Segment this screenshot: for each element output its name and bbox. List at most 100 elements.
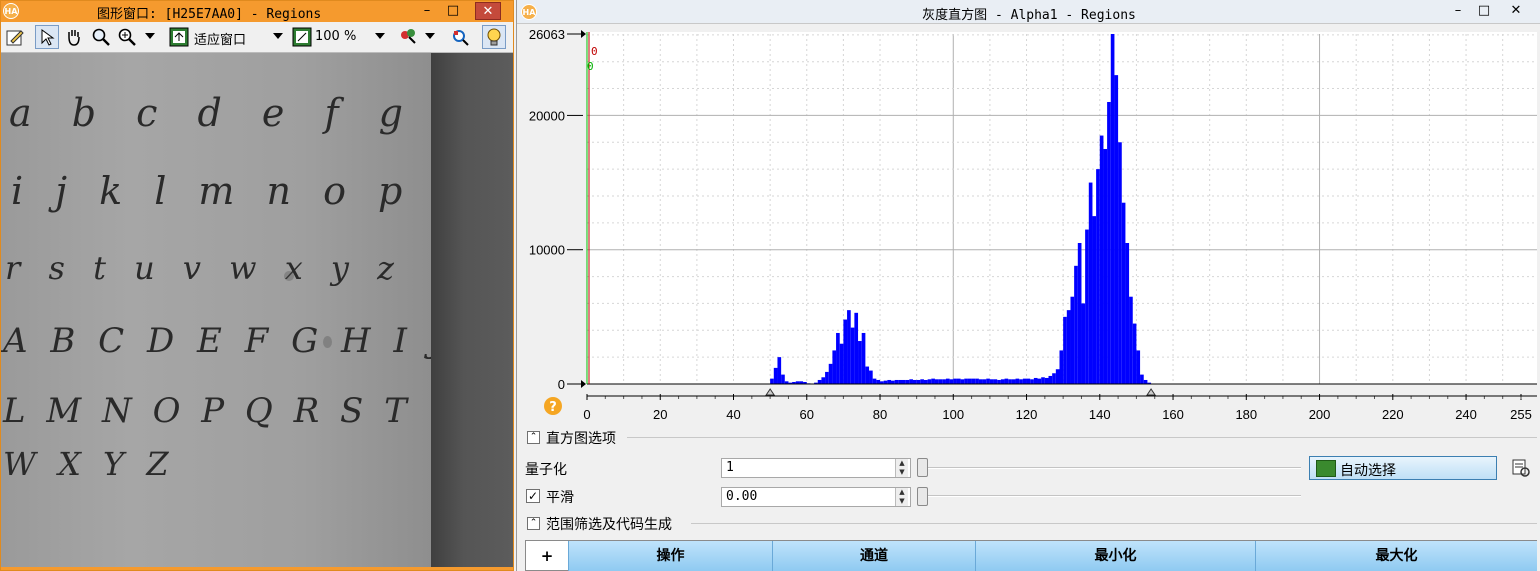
hand-pan-icon[interactable] bbox=[62, 25, 86, 49]
histogram-bar bbox=[971, 378, 976, 384]
spin-down-icon[interactable]: ▼ bbox=[896, 497, 908, 506]
add-row-button[interactable]: + bbox=[526, 541, 568, 571]
spin-down-icon[interactable]: ▼ bbox=[896, 468, 908, 477]
spin-up-icon[interactable]: ▲ bbox=[896, 488, 908, 497]
histogram-bar bbox=[1096, 169, 1100, 384]
histogram-bar bbox=[1077, 242, 1082, 384]
magnifier-icon[interactable] bbox=[89, 25, 113, 49]
histogram-bar bbox=[869, 370, 873, 384]
zoom-dropdown-icon[interactable] bbox=[145, 33, 155, 39]
histogram-bar bbox=[832, 350, 837, 384]
smooth-slider-track[interactable] bbox=[921, 495, 1301, 497]
pointer-icon[interactable] bbox=[35, 25, 59, 49]
collapse-range-filter-icon[interactable]: ⌃ bbox=[527, 517, 540, 530]
graphics-window-title: 图形窗口: [H25E7AA0] - Regions bbox=[97, 7, 322, 22]
histogram-bar bbox=[997, 379, 1001, 384]
column-header-channel[interactable]: 通道 bbox=[772, 541, 975, 571]
fit-window-icon[interactable] bbox=[167, 25, 191, 49]
quantize-spinner[interactable]: ▲ ▼ bbox=[895, 459, 908, 477]
x-tick-label: 140 bbox=[1089, 407, 1111, 422]
x-tick-label: 160 bbox=[1162, 407, 1184, 422]
zoom-in-icon[interactable] bbox=[115, 25, 139, 49]
minimize-button[interactable]: – bbox=[1445, 2, 1471, 20]
histogram-window: HA 灰度直方图 - Alpha1 - Regions – □ ✕ 0 20 40 6… bbox=[516, 0, 1540, 571]
fit-window-dropdown-icon[interactable] bbox=[273, 33, 283, 39]
paper-spot bbox=[323, 336, 332, 348]
spin-up-icon[interactable]: ▲ bbox=[896, 459, 908, 468]
histogram-bar bbox=[956, 378, 961, 384]
smooth-slider-thumb[interactable] bbox=[917, 487, 928, 506]
minimize-button[interactable]: – bbox=[414, 2, 440, 20]
histogram-bar bbox=[1129, 296, 1133, 384]
smooth-checkbox[interactable]: ✓ bbox=[526, 489, 540, 503]
column-header-max[interactable]: 最大化 bbox=[1255, 541, 1537, 571]
histogram-bar bbox=[1000, 379, 1005, 384]
histogram-bar bbox=[883, 380, 888, 384]
section-divider bbox=[627, 437, 1537, 438]
graphics-window-titlebar[interactable]: HA 图形窗口: [H25E7AA0] - Regions – □ ✕ bbox=[1, 1, 513, 22]
histogram-bar bbox=[923, 379, 928, 384]
histogram-bar bbox=[887, 379, 892, 384]
histogram-bar bbox=[1070, 296, 1075, 384]
maximize-button[interactable]: □ bbox=[440, 2, 466, 20]
smooth-input[interactable]: 0.00 bbox=[721, 487, 911, 507]
histogram-window-titlebar[interactable]: HA 灰度直方图 - Alpha1 - Regions – □ ✕ bbox=[517, 0, 1540, 24]
column-header-operation[interactable]: 操作 bbox=[568, 541, 772, 571]
graphics-window: HA 图形窗口: [H25E7AA0] - Regions – □ ✕ 适应窗口 bbox=[0, 0, 514, 571]
histogram-bar bbox=[850, 327, 855, 384]
histogram-bar bbox=[986, 378, 990, 384]
column-header-min[interactable]: 最小化 bbox=[975, 541, 1255, 571]
code-gen-icon[interactable] bbox=[1511, 458, 1531, 478]
handwriting-line: W X Y Z bbox=[3, 445, 175, 483]
close-button[interactable]: ✕ bbox=[475, 2, 501, 20]
histogram-bar bbox=[1055, 369, 1060, 384]
close-button[interactable]: ✕ bbox=[1503, 2, 1529, 20]
edit-icon[interactable] bbox=[3, 25, 27, 49]
y-limit-arrow-icon[interactable] bbox=[581, 30, 586, 38]
zoom-level-icon bbox=[290, 25, 314, 49]
histogram-bar bbox=[975, 378, 979, 384]
range-slider-handle-icon[interactable] bbox=[765, 388, 776, 396]
histogram-bar bbox=[920, 379, 924, 384]
x-tick-label: 100 bbox=[942, 407, 964, 422]
histogram-bar bbox=[770, 378, 774, 384]
color-dropdown-icon[interactable] bbox=[425, 33, 435, 39]
histogram-bar bbox=[872, 378, 877, 384]
maximize-button[interactable]: □ bbox=[1471, 2, 1497, 20]
histogram-bar bbox=[993, 379, 998, 384]
histogram-bar bbox=[854, 312, 859, 384]
x-tick-label: 40 bbox=[726, 407, 740, 422]
quantize-input[interactable]: 1 bbox=[721, 458, 911, 478]
histogram-bar bbox=[1015, 378, 1020, 384]
histogram-bar bbox=[978, 379, 983, 384]
histogram-bar bbox=[781, 374, 785, 384]
zoom-level-dropdown-icon[interactable] bbox=[375, 33, 385, 39]
image-canvas[interactable]: a b c d e f g h i j k l m n o p q r s t … bbox=[1, 53, 513, 567]
histogram-bar bbox=[938, 379, 943, 384]
x-tick-label: 220 bbox=[1382, 407, 1404, 422]
fit-window-label[interactable]: 适应窗口 bbox=[194, 29, 246, 48]
handwriting-line: r s t u v w x y z bbox=[5, 249, 404, 287]
quantize-slider-track[interactable] bbox=[921, 467, 1301, 469]
color-picker-icon[interactable] bbox=[397, 25, 421, 49]
quantize-slider-thumb[interactable] bbox=[917, 458, 928, 477]
histogram-bar bbox=[1143, 379, 1148, 384]
smooth-spinner[interactable]: ▲ ▼ bbox=[895, 488, 908, 506]
y-limit-arrow-icon[interactable] bbox=[581, 380, 586, 388]
histogram-chart[interactable]: 0 20 40 60 80 100 120 140 160 180 200 220 240 255 0 100… bbox=[517, 24, 1540, 424]
zoom-level-value[interactable]: 100 % bbox=[315, 29, 356, 44]
histogram-bar bbox=[1140, 374, 1144, 384]
lightbulb-icon[interactable] bbox=[482, 25, 506, 49]
histogram-bar bbox=[1052, 373, 1056, 384]
y-tick-label: 10000 bbox=[529, 243, 565, 258]
inspect-icon[interactable] bbox=[448, 25, 472, 49]
range-slider-handle-icon[interactable] bbox=[1146, 388, 1156, 396]
paper-image: a b c d e f g h i j k l m n o p q r s t … bbox=[1, 53, 502, 567]
auto-select-button[interactable]: 自动选择 bbox=[1309, 456, 1497, 480]
histogram-bar bbox=[1044, 377, 1049, 384]
halcon-logo-icon: HA bbox=[3, 3, 19, 19]
handwriting-line: i j k l m n o p q bbox=[11, 169, 469, 213]
histogram-options-title: 直方图选项 bbox=[546, 431, 616, 447]
collapse-histogram-options-icon[interactable]: ⌃ bbox=[527, 431, 540, 444]
histogram-bar bbox=[773, 367, 778, 384]
